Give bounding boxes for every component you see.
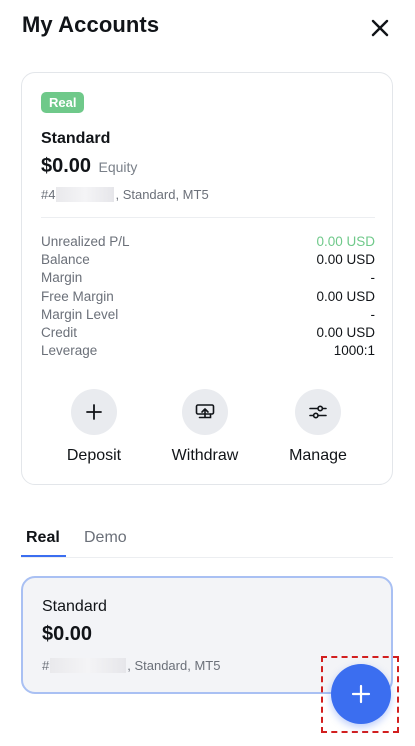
deposit-button[interactable]: Deposit [44, 389, 144, 465]
tab-real[interactable]: Real [26, 529, 60, 547]
account-number-prefix: # [42, 658, 50, 673]
account-number-prefix: #4 [41, 187, 56, 202]
tab-demo[interactable]: Demo [84, 529, 127, 547]
manage-circle[interactable] [295, 389, 341, 435]
withdraw-circle[interactable] [182, 389, 228, 435]
stat-label: Margin [41, 270, 83, 286]
stat-label: Leverage [41, 343, 98, 359]
stat-row-margin-level: Margin Level - [41, 306, 375, 324]
account-detail-card: Real Standard $0.00 Equity #4 , Standard… [21, 72, 393, 485]
stat-label: Balance [41, 252, 90, 268]
account-meta-suffix: , Standard, MT5 [127, 658, 221, 673]
stat-label: Free Margin [41, 288, 114, 304]
stat-value: 0.00 USD [316, 252, 375, 268]
stat-row-unrealized-pl: Unrealized P/L 0.00 USD [41, 233, 375, 251]
stat-value: 1000:1 [333, 343, 375, 359]
account-name: Standard [41, 130, 111, 147]
stat-row-margin: Margin - [41, 269, 375, 287]
divider [41, 217, 375, 218]
list-item-name: Standard [42, 598, 107, 615]
list-item-value: $0.00 [42, 623, 93, 645]
add-account-button[interactable] [331, 664, 391, 724]
account-number-redacted [50, 658, 127, 673]
equity-value: $0.00 [41, 155, 92, 177]
header: My Accounts [0, 0, 415, 56]
sliders-icon [309, 405, 327, 419]
stat-row-leverage: Leverage 1000:1 [41, 342, 375, 360]
withdraw-button[interactable]: Withdraw [155, 389, 255, 465]
stat-label: Unrealized P/L [41, 234, 130, 249]
plus-icon [351, 684, 371, 704]
close-icon [371, 19, 389, 37]
account-meta: #4 , Standard, MT5 [41, 187, 209, 202]
manage-button[interactable]: Manage [268, 389, 368, 465]
active-tab-indicator [21, 555, 66, 557]
account-actions: Deposit Withdraw Manage [22, 389, 394, 469]
stat-row-free-margin: Free Margin 0.00 USD [41, 288, 375, 306]
close-button[interactable] [366, 14, 394, 42]
stat-row-balance: Balance 0.00 USD [41, 251, 375, 269]
account-number-redacted [56, 187, 115, 202]
stat-row-credit: Credit 0.00 USD [41, 324, 375, 342]
equity-row: $0.00 Equity [41, 155, 137, 178]
stat-value: - [370, 306, 376, 322]
withdraw-label: Withdraw [171, 447, 239, 464]
deposit-circle[interactable] [71, 389, 117, 435]
account-meta-suffix: , Standard, MT5 [115, 187, 209, 202]
stat-value: 0.00 USD [316, 324, 375, 340]
manage-label: Manage [289, 447, 347, 464]
stat-value: 0.00 USD [316, 234, 375, 249]
stat-label: Margin Level [41, 306, 119, 322]
equity-label: Equity [98, 159, 138, 175]
page-title: My Accounts [22, 12, 160, 37]
stat-label: Credit [41, 324, 78, 340]
withdraw-icon [195, 404, 215, 419]
list-item-meta: # , Standard, MT5 [42, 658, 220, 673]
plus-icon [86, 404, 102, 420]
account-type-badge: Real [41, 92, 85, 113]
deposit-label: Deposit [66, 447, 122, 464]
account-stats: Unrealized P/L 0.00 USD Balance 0.00 USD… [41, 233, 375, 360]
stat-value: - [370, 270, 376, 286]
stat-value: 0.00 USD [316, 288, 375, 304]
account-type-tabs: Real Demo [21, 526, 393, 558]
